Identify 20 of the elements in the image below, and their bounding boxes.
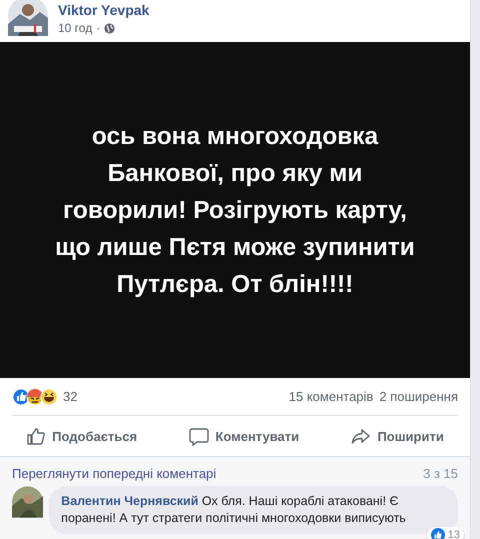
author-name[interactable]: Viktor Yevpak	[58, 2, 150, 18]
share-button[interactable]: Поширити	[345, 422, 450, 450]
like-button[interactable]: Подобається	[20, 422, 144, 450]
previous-comments-link[interactable]: Переглянути попередні коментарі	[12, 466, 216, 481]
reaction-count[interactable]: 32	[63, 389, 78, 404]
comment-text: Валентин Чернявский Ох бля. Наші кораблі атаковані! Є поранені! А тут стратеги політичні многоходовки виписують	[61, 493, 407, 527]
post-text: ось вона многоходовка Банкової, про яку ми говорили! Розігрують карту, що лише Пєтя може зупинити Путлєра. От блін!!!!	[54, 122, 416, 300]
speech-bubble-icon	[189, 426, 210, 446]
like-count-badge[interactable]: 13	[426, 527, 464, 539]
globe-icon	[104, 22, 116, 34]
thumbs-up-icon	[26, 426, 46, 446]
comments-count[interactable]: 15 коментарів	[288, 389, 374, 404]
separator: ·	[96, 21, 100, 35]
comment-pager: 3 з 15	[423, 466, 458, 481]
comment-button[interactable]: Коментувати	[183, 422, 306, 450]
thumbs-up-icon	[430, 528, 445, 539]
post-time[interactable]: 10 год	[58, 21, 92, 35]
share-arrow-icon	[351, 426, 372, 446]
shares-count[interactable]: 2 поширення	[379, 389, 458, 404]
comment-author[interactable]: Валентин Чернявский	[61, 494, 198, 508]
